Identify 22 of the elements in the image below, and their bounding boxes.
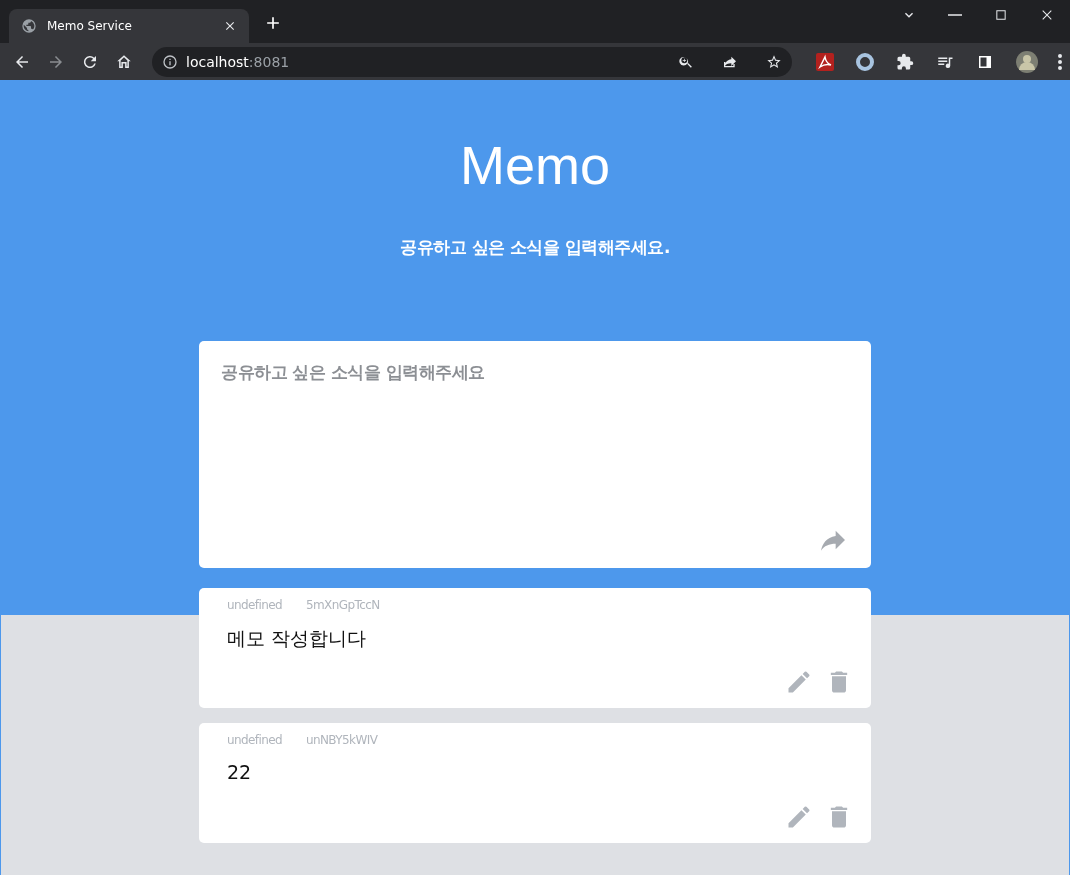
star-icon bbox=[766, 53, 782, 70]
memo-text: 22 bbox=[227, 761, 253, 785]
maximize-icon bbox=[993, 7, 1009, 23]
avatar-icon[interactable] bbox=[1016, 50, 1038, 73]
memo-text: 메모 작성합니다 bbox=[227, 626, 368, 651]
globe-icon bbox=[21, 18, 37, 34]
ring-extension-icon[interactable] bbox=[856, 52, 874, 71]
memo-id: 5mXnGpTccN bbox=[306, 598, 380, 612]
composer-card[interactable]: 공유하고 싶은 소식을 입력해주세요 bbox=[199, 341, 871, 568]
page-title: Memo bbox=[460, 134, 610, 197]
minimize-icon bbox=[948, 14, 962, 16]
page-subtitle: 공유하고 싶은 소식을 입력해주세요. bbox=[400, 236, 670, 259]
pdf-extension-icon[interactable] bbox=[816, 52, 834, 71]
browser-tab[interactable]: Memo Service bbox=[9, 9, 249, 43]
memo-author: undefined bbox=[227, 598, 282, 612]
close-icon bbox=[223, 19, 237, 33]
address-bar[interactable]: localhost:8081 bbox=[152, 46, 792, 77]
memo-author: undefined bbox=[227, 733, 282, 747]
puzzle-icon bbox=[896, 52, 914, 71]
info-icon bbox=[162, 53, 178, 70]
memo-id: unNBY5kWIV bbox=[306, 733, 378, 747]
more-icon[interactable] bbox=[1058, 53, 1062, 70]
